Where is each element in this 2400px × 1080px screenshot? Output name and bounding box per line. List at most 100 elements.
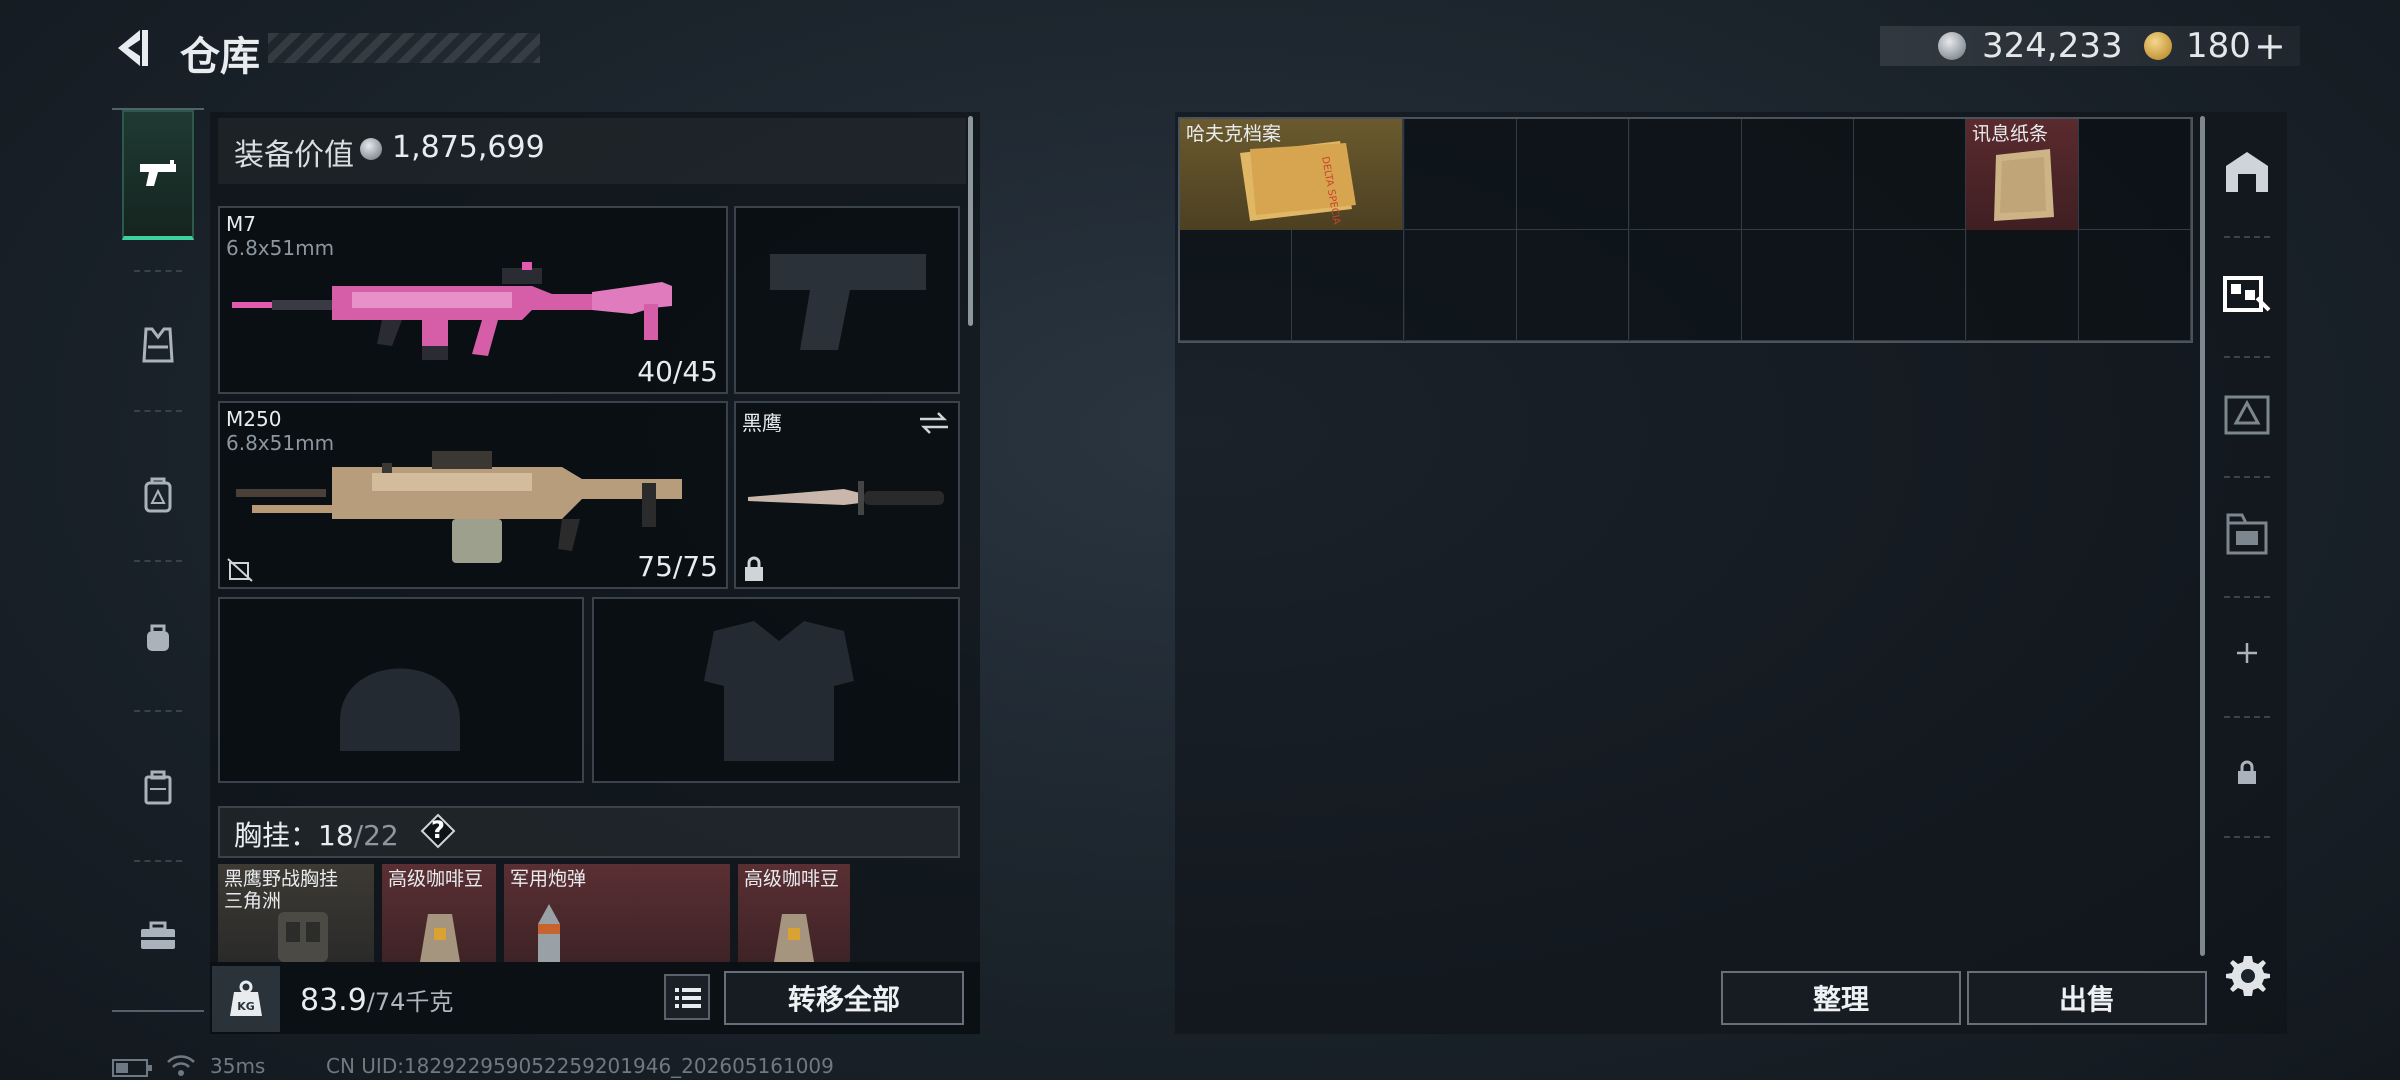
vest-icon bbox=[142, 327, 174, 363]
helmet-placeholder-icon bbox=[340, 668, 460, 751]
rig-item[interactable]: 军用炮弹 bbox=[504, 864, 730, 962]
shell-image bbox=[538, 904, 560, 962]
case-icon bbox=[144, 770, 172, 805]
chest-rig-label: 胸挂：18/22 bbox=[234, 819, 399, 852]
stash-grid-cell[interactable] bbox=[1742, 230, 1854, 341]
stash-grid-cell[interactable] bbox=[2079, 119, 2192, 230]
sidearm-slot[interactable] bbox=[734, 206, 960, 394]
stash-grid-cell[interactable] bbox=[1404, 119, 1517, 230]
settings-gear-icon[interactable] bbox=[2224, 952, 2272, 1000]
stash-item[interactable]: 讯息纸条 bbox=[1966, 119, 2078, 230]
rig-item[interactable]: 黑鹰野战胸挂 三角洲 bbox=[218, 864, 374, 962]
nav-weapons[interactable] bbox=[122, 110, 194, 240]
silver-coin-icon bbox=[360, 138, 382, 160]
rifle-m7-image bbox=[232, 262, 672, 360]
stash-grid-cell[interactable] bbox=[1854, 119, 1967, 230]
armor-placeholder-icon bbox=[704, 621, 854, 761]
nav-backpack[interactable] bbox=[122, 430, 194, 560]
stash-grid-cell[interactable] bbox=[1180, 230, 1292, 341]
rig-item[interactable]: 高级咖啡豆 bbox=[738, 864, 850, 962]
weapon-ammo: 40/45 bbox=[637, 355, 718, 388]
battery-icon bbox=[112, 1059, 152, 1077]
lock-icon bbox=[745, 556, 763, 581]
loadout-scrollbar[interactable] bbox=[968, 116, 973, 326]
stash-side-nav bbox=[2210, 116, 2284, 1006]
uid-text: CN UID:18292295905225920194​6_2026051610… bbox=[326, 1054, 834, 1078]
stash-grid-cell[interactable] bbox=[1742, 119, 1854, 230]
ping-text: 35ms bbox=[210, 1054, 266, 1078]
stash-grid-cell[interactable] bbox=[1966, 230, 2079, 341]
silver-currency-amount: 324,233 bbox=[1982, 26, 2123, 66]
nav-armor[interactable] bbox=[122, 280, 194, 410]
side-nav-safehouse[interactable] bbox=[2210, 116, 2284, 226]
secondary-weapon-slot[interactable]: M250 6.8x51mm 75/75 bbox=[218, 401, 728, 589]
stash-grid-cell[interactable] bbox=[1517, 230, 1630, 341]
side-nav-stash-3[interactable] bbox=[2210, 478, 2284, 588]
message-note-image bbox=[1994, 149, 2054, 221]
pistol-icon bbox=[140, 160, 176, 186]
rig-item[interactable]: 高级咖啡豆 bbox=[382, 864, 496, 962]
stash-grid-cell[interactable] bbox=[1517, 119, 1630, 230]
knife-image bbox=[748, 481, 944, 515]
side-nav-locked[interactable] bbox=[2210, 718, 2284, 828]
list-view-button[interactable] bbox=[664, 974, 710, 1020]
add-currency-button[interactable]: + bbox=[2254, 24, 2286, 68]
coffee-bag-image bbox=[420, 914, 460, 962]
melee-name: 黑鹰 bbox=[742, 411, 782, 435]
left-category-nav bbox=[112, 108, 204, 1012]
stash-grid-cell[interactable] bbox=[1404, 230, 1517, 341]
stash-grid-cell[interactable] bbox=[2079, 230, 2192, 341]
backpack-icon bbox=[144, 477, 172, 513]
primary-weapon-slot[interactable]: M7 6.8x51mm 40/45 bbox=[218, 206, 728, 394]
no-bag-icon bbox=[227, 558, 253, 582]
swap-icon[interactable] bbox=[918, 411, 950, 435]
stash-scrollbar[interactable] bbox=[2200, 116, 2205, 956]
max-weight: /74千克 bbox=[366, 988, 454, 1016]
item-name: 军用炮弹 bbox=[510, 868, 587, 890]
nav-case[interactable] bbox=[122, 722, 194, 852]
helmet-slot[interactable] bbox=[218, 597, 584, 783]
side-nav-stash-1[interactable] bbox=[2210, 238, 2284, 348]
help-icon[interactable]: ? bbox=[420, 813, 456, 849]
lock-icon bbox=[2238, 760, 2256, 784]
haavk-files-image: DELTA SPECIAL bbox=[1240, 141, 1356, 225]
pistol-placeholder-icon bbox=[770, 254, 926, 350]
side-nav-add[interactable] bbox=[2210, 598, 2284, 708]
organize-button[interactable]: 整理 bbox=[1721, 971, 1961, 1025]
gold-currency-amount: 180 bbox=[2186, 26, 2251, 66]
current-weight: 83.9 bbox=[300, 983, 367, 1018]
carry-weight: 83.9/74千克 bbox=[300, 982, 453, 1018]
back-arrow-icon[interactable] bbox=[110, 26, 154, 70]
melee-slot[interactable]: 黑鹰 bbox=[734, 401, 960, 589]
stash-item[interactable]: 哈夫克档案 DELTA SPECIAL bbox=[1180, 119, 1403, 230]
list-icon bbox=[675, 988, 701, 1008]
stash-folder-icon bbox=[2226, 513, 2268, 555]
page-title: 仓库 bbox=[180, 34, 260, 80]
nav-toolbox[interactable] bbox=[122, 870, 194, 1000]
coffee-bag-image bbox=[774, 914, 814, 962]
rig-item-image bbox=[278, 912, 328, 962]
sell-button[interactable]: 出售 bbox=[1967, 971, 2207, 1025]
chest-rig-used: 18 bbox=[318, 819, 354, 852]
toolbox-icon bbox=[141, 921, 175, 949]
equipment-value: 1,875,699 bbox=[392, 130, 545, 165]
armor-slot[interactable] bbox=[592, 597, 960, 783]
svg-text:KG: KG bbox=[237, 1000, 255, 1013]
stash-triangle-icon bbox=[2224, 395, 2270, 435]
stash-grid-cell[interactable] bbox=[1854, 230, 1967, 341]
weapon-ammo: 75/75 bbox=[637, 550, 718, 583]
machine-gun-m250-image bbox=[236, 451, 682, 563]
stash-grid-cell[interactable] bbox=[1629, 119, 1742, 230]
transfer-all-button[interactable]: 转移全部 bbox=[724, 971, 964, 1025]
nav-bag[interactable] bbox=[122, 572, 194, 702]
bag-icon bbox=[147, 624, 169, 651]
item-name: 高级咖啡豆 bbox=[744, 868, 840, 890]
stash-grid-cell[interactable] bbox=[1629, 230, 1742, 341]
side-nav-stash-2[interactable] bbox=[2210, 358, 2284, 468]
weapon-name: M7 bbox=[226, 212, 256, 236]
plus-icon bbox=[2237, 643, 2257, 663]
wifi-icon bbox=[167, 1055, 195, 1076]
chest-rig-capacity: /22 bbox=[353, 819, 399, 852]
stash-grid-cell[interactable] bbox=[1292, 230, 1405, 341]
gold-coin-icon bbox=[2144, 32, 2172, 60]
